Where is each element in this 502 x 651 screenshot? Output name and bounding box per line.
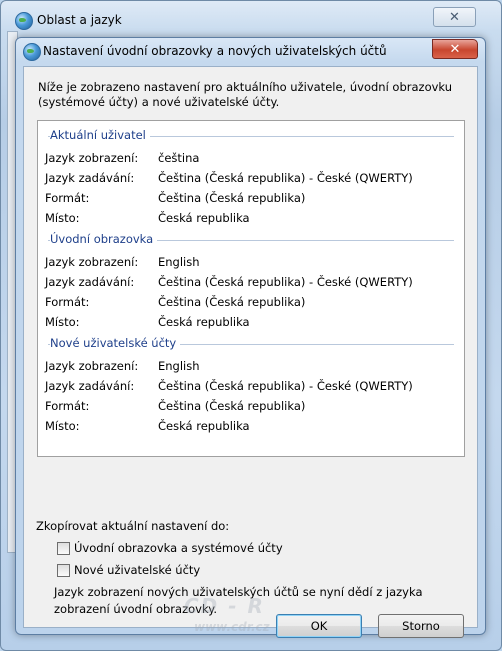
row-location: Místo: Česká republika [45, 211, 250, 225]
row-display-language: Jazyk zobrazení: English [45, 359, 200, 373]
group-header-new-user-accounts: Nové uživatelské účty [38, 336, 464, 350]
row-display-language: Jazyk zobrazení: English [45, 255, 200, 269]
cancel-button[interactable]: Storno [378, 614, 464, 638]
globe-icon [23, 43, 41, 61]
checkbox-box[interactable] [57, 542, 70, 555]
row-format: Formát: Čeština (Česká republika) [45, 191, 306, 205]
row-input-language: Jazyk zadávání: Čeština (Česká republika)… [45, 275, 413, 289]
outer-window-title: Oblast a jazyk [37, 13, 122, 27]
dialog-client-area: Níže je zobrazeno nastavení pro aktuální… [23, 66, 478, 638]
row-display-language: Jazyk zobrazení: čeština [45, 151, 200, 165]
copy-settings-label: Zkopírovat aktuální nastavení do: [36, 519, 230, 533]
row-format: Formát: Čeština (Česká republika) [45, 399, 306, 413]
globe-icon [15, 12, 33, 30]
checkbox-label[interactable]: Nové uživatelské účty [74, 563, 200, 577]
group-header-current-user: Aktuální uživatel [38, 128, 464, 142]
checkbox-box[interactable] [57, 564, 70, 577]
settings-dialog: Nastavení úvodní obrazovky a nových uživ… [15, 37, 486, 638]
settings-summary-panel: Aktuální uživatel Jazyk zobrazení: češtin… [37, 120, 465, 457]
row-location: Místo: Česká republika [45, 315, 250, 329]
ok-button[interactable]: OK [276, 614, 362, 638]
intro-text: Níže je zobrazeno nastavení pro aktuální… [38, 80, 452, 109]
dialog-close-button[interactable]: ✕ [432, 39, 478, 59]
row-input-language: Jazyk zadávání: Čeština (Česká republika)… [45, 379, 413, 393]
group-header-welcome-screen: Úvodní obrazovka [38, 232, 464, 246]
watermark: CD - R www.cdr.cz [184, 594, 270, 634]
checkbox-label[interactable]: Úvodní obrazovka a systémové účty [74, 541, 283, 555]
row-input-language: Jazyk zadávání: Čeština (Česká republika)… [45, 171, 413, 185]
dialog-title: Nastavení úvodní obrazovky a nových uživ… [43, 44, 387, 58]
row-location: Místo: Česká republika [45, 419, 250, 433]
row-format: Formát: Čeština (Česká republika) [45, 295, 306, 309]
outer-close-button[interactable]: ✕ [433, 7, 476, 27]
